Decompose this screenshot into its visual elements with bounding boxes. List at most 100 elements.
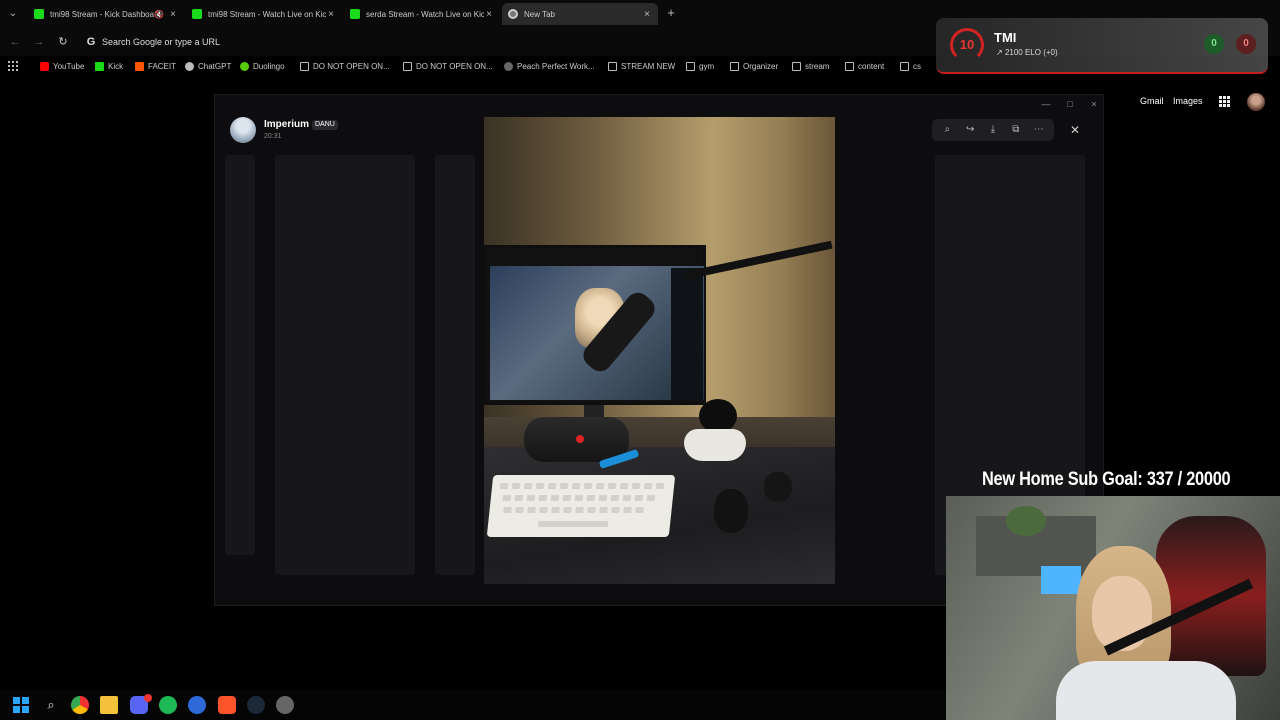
close-tab-icon[interactable]: × — [642, 9, 652, 20]
google-g-icon: G — [86, 36, 96, 48]
close-viewer-icon[interactable]: ✕ — [1066, 121, 1084, 139]
search-icon[interactable]: ⌕ — [42, 696, 60, 714]
kick-icon — [350, 9, 360, 19]
losses-count: 0 — [1236, 34, 1256, 54]
chrome-icon[interactable] — [71, 696, 89, 714]
bookmark-stream-new[interactable]: STREAM NEW — [608, 60, 675, 72]
app-icon[interactable] — [276, 696, 294, 714]
windows-start-icon[interactable] — [12, 696, 30, 714]
faceit-level-badge: 10 — [950, 28, 984, 62]
channel-list — [275, 155, 415, 575]
bookmark-chatgpt[interactable]: ChatGPT — [185, 60, 231, 72]
google-apps-icon[interactable] — [1219, 96, 1231, 108]
reload-icon[interactable]: ↻ — [56, 35, 70, 49]
faceit-icon — [135, 61, 144, 71]
spotify-icon[interactable] — [159, 696, 177, 714]
forward-share-icon[interactable]: ↪ — [962, 122, 978, 138]
webcam-person-body — [1056, 661, 1236, 720]
photo-controller — [684, 429, 746, 461]
server-list — [225, 155, 255, 555]
youtube-icon — [40, 61, 49, 71]
user-badge: DANU — [312, 120, 338, 130]
bookmark-label: Peach Perfect Work... — [517, 61, 595, 71]
images-link[interactable]: Images — [1173, 96, 1203, 106]
tab-kick-dashboard[interactable]: tmi98 Stream - Kick Dashboard 🔇 × — [28, 3, 184, 25]
duolingo-icon — [240, 61, 249, 71]
tab-tmi98-stream[interactable]: tmi98 Stream - Watch Live on Kick × — [186, 3, 342, 25]
bookmark-content[interactable]: content — [845, 60, 884, 72]
photo-speaker-logo — [576, 435, 584, 443]
maximize-icon[interactable]: □ — [1064, 98, 1076, 110]
forward-arrow-icon[interactable]: → — [32, 35, 46, 49]
viewed-photo — [484, 117, 835, 584]
window-close-icon[interactable]: × — [1088, 98, 1100, 110]
kick-icon — [192, 9, 202, 19]
tab-new-tab[interactable]: New Tab × — [502, 3, 658, 25]
photo-monitor-stand — [584, 405, 604, 417]
back-arrow-icon[interactable]: ← — [8, 35, 22, 49]
bookmark-label: YouTube — [53, 61, 85, 71]
upload-time: 20:31 — [264, 133, 282, 140]
bookmark-faceit[interactable]: FACEIT — [135, 60, 176, 72]
close-tab-icon[interactable]: × — [326, 9, 336, 20]
open-external-icon[interactable]: ⧉ — [1008, 122, 1024, 138]
tab-search-chevron-icon[interactable]: ⌄ — [6, 7, 20, 21]
photo-monitor — [484, 245, 706, 405]
kick-icon — [34, 9, 44, 19]
folder-icon — [300, 61, 309, 71]
close-tab-icon[interactable]: × — [168, 9, 178, 20]
viewer-actions-bar: ⌕ ↪ ⤓ ⧉ ⋯ — [932, 119, 1054, 141]
download-icon[interactable]: ⤓ — [985, 122, 1001, 138]
bookmark-stream[interactable]: stream — [792, 60, 829, 72]
bookmark-label: Duolingo — [253, 61, 285, 71]
kick-icon — [95, 61, 104, 71]
close-tab-icon[interactable]: × — [484, 9, 494, 20]
bookmark-folder-2[interactable]: DO NOT OPEN ON... — [403, 60, 493, 72]
bookmark-cs[interactable]: cs — [900, 60, 921, 72]
bookmark-duolingo[interactable]: Duolingo — [240, 60, 285, 72]
steam-icon[interactable] — [247, 696, 265, 714]
brave-icon[interactable] — [218, 696, 236, 714]
bookmark-gym[interactable]: gym — [686, 60, 714, 72]
bookmark-youtube[interactable]: YouTube — [40, 60, 84, 72]
folder-icon — [686, 61, 695, 71]
tab-title: tmi98 Stream - Kick Dashboard — [50, 9, 154, 19]
globe-icon — [504, 61, 513, 71]
apps-grid-icon[interactable] — [8, 61, 18, 71]
more-options-icon[interactable]: ⋯ — [1031, 122, 1047, 138]
new-tab-plus-icon[interactable]: + — [664, 6, 678, 20]
app-icon[interactable] — [188, 696, 206, 714]
bookmark-folder-1[interactable]: DO NOT OPEN ON... — [300, 60, 390, 72]
file-explorer-icon[interactable] — [100, 696, 118, 714]
photo-webcam — [699, 399, 737, 433]
notification-badge — [144, 694, 152, 702]
minimize-icon[interactable]: — — [1040, 98, 1052, 110]
webcam-feed — [946, 496, 1280, 720]
omnibox[interactable]: G Search Google or type a URL — [80, 32, 940, 52]
wins-count: 0 — [1204, 34, 1224, 54]
faceit-elo-value: 2100 ELO (+0) — [1004, 48, 1058, 57]
chrome-icon — [508, 9, 518, 19]
photo-monitor-chat — [671, 268, 703, 400]
bookmark-organizer[interactable]: Organizer — [730, 60, 778, 72]
tab-serda-stream[interactable]: serda Stream - Watch Live on Kick × — [344, 3, 500, 25]
bookmark-label: STREAM NEW — [621, 61, 676, 71]
bookmark-label: ChatGPT — [198, 61, 232, 71]
bookmark-label: cs — [913, 61, 921, 71]
bookmark-kick[interactable]: Kick — [95, 60, 123, 72]
zoom-icon[interactable]: ⌕ — [939, 122, 955, 138]
muted-speaker-icon[interactable]: 🔇 — [154, 10, 164, 19]
gmail-link[interactable]: Gmail — [1140, 96, 1164, 106]
avatar[interactable] — [230, 117, 256, 143]
bookmark-label: DO NOT OPEN ON... — [416, 61, 493, 71]
folder-icon — [730, 61, 739, 71]
tab-title: New Tab — [524, 9, 555, 19]
account-avatar[interactable] — [1247, 93, 1265, 111]
bookmark-peach-perfect[interactable]: Peach Perfect Work... — [504, 60, 595, 72]
omnibox-placeholder: Search Google or type a URL — [102, 37, 221, 47]
bookmark-label: Organizer — [743, 61, 779, 71]
uploader-name[interactable]: Imperium — [264, 119, 309, 130]
faceit-elo: ↗ 2100 ELO (+0) — [996, 48, 1058, 57]
folder-icon — [845, 61, 854, 71]
sub-goal-text: New Home Sub Goal: 337 / 20000 — [982, 469, 1231, 490]
